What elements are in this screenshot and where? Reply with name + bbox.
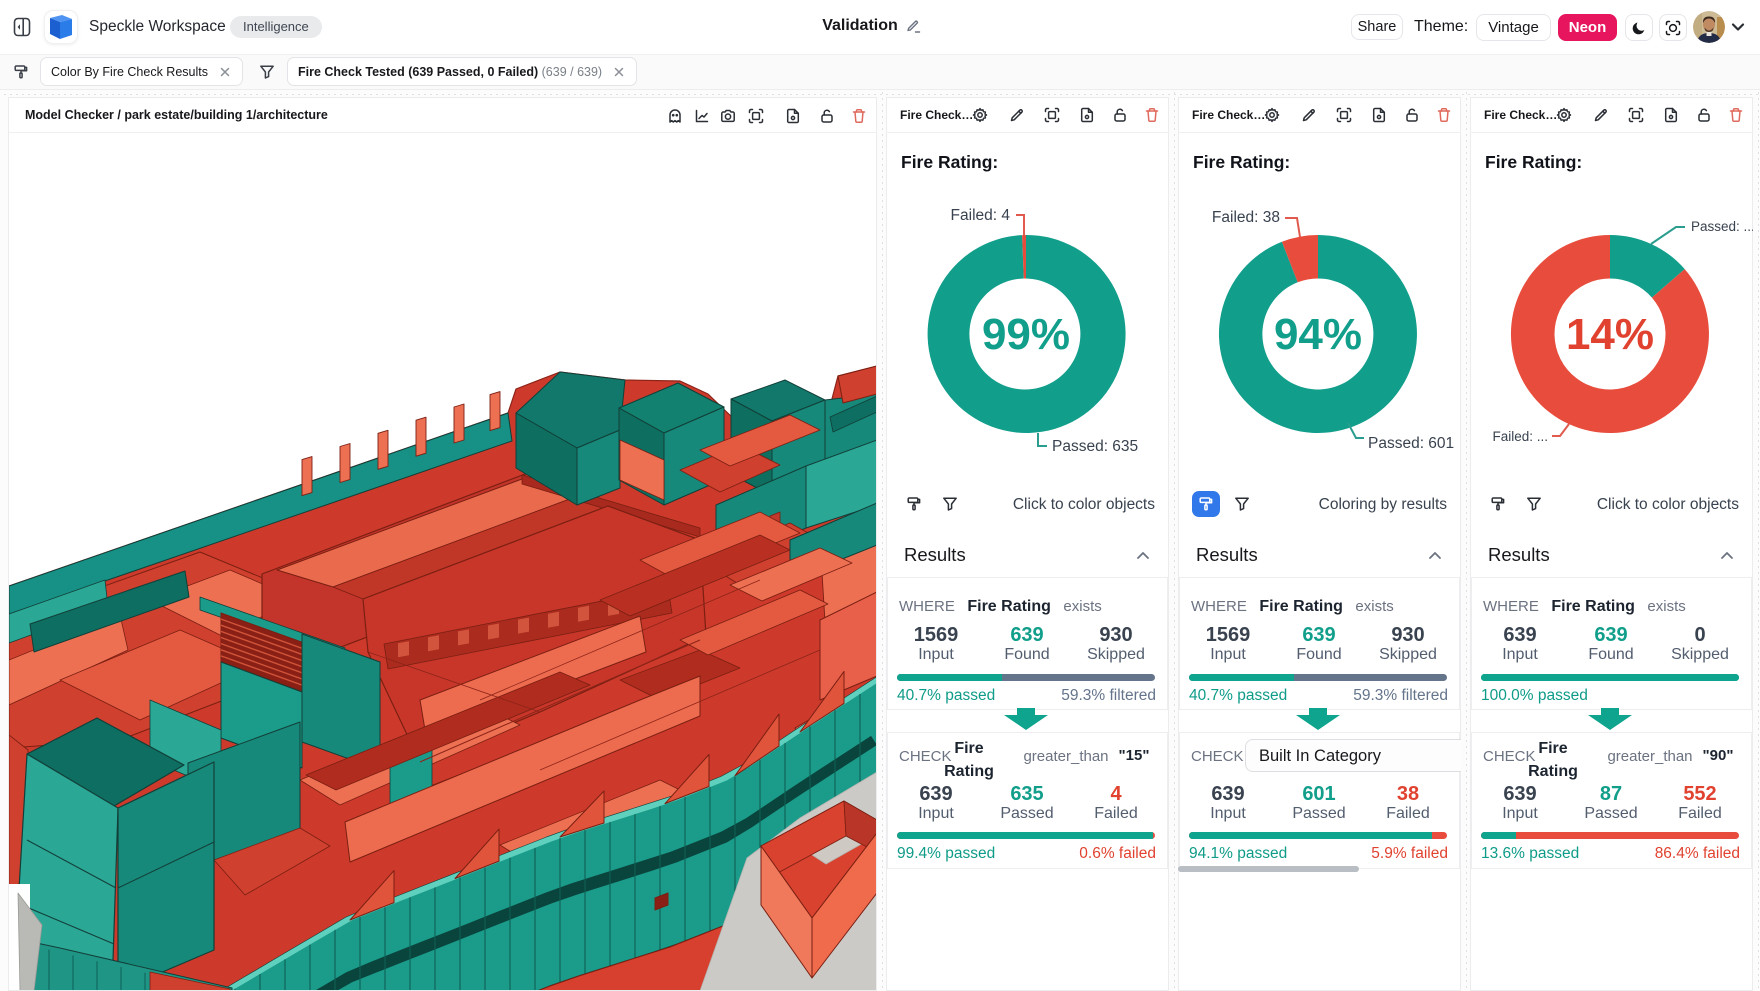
svg-text:Failed: ...: Failed: ... xyxy=(1492,429,1548,444)
svg-text:Passed: 635: Passed: 635 xyxy=(1052,438,1138,455)
svg-text:Passed: ...: Passed: ... xyxy=(1691,219,1753,234)
svg-text:Passed: 601: Passed: 601 xyxy=(1368,435,1454,452)
svg-text:94%: 94% xyxy=(1274,310,1362,359)
svg-text:14%: 14% xyxy=(1566,310,1654,359)
svg-text:Failed: 38: Failed: 38 xyxy=(1212,209,1280,226)
svg-text:Failed: 4: Failed: 4 xyxy=(951,207,1011,224)
svg-text:99%: 99% xyxy=(982,310,1070,359)
